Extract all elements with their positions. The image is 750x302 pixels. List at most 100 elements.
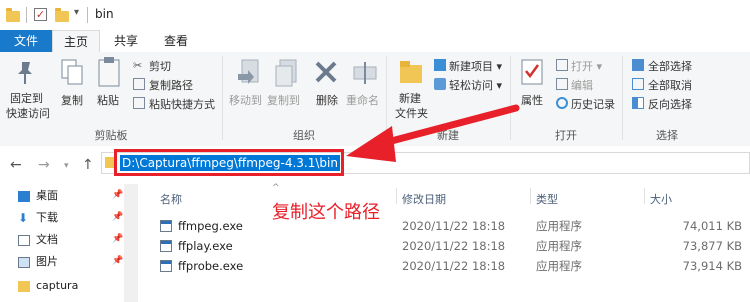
file-size: 73,877 KB (682, 239, 742, 253)
application-icon (160, 240, 172, 252)
easy-access-button[interactable]: 轻松访问 ▾ (449, 77, 502, 93)
copy-path-button[interactable]: 复制路径 (149, 77, 193, 93)
pin-icon[interactable]: 📌 (112, 212, 123, 222)
download-icon: ⬇ (18, 210, 29, 225)
group-label-select: 选择 (656, 129, 678, 142)
document-icon (18, 234, 30, 246)
new-item-icon[interactable] (434, 59, 446, 71)
rename-icon[interactable] (352, 60, 378, 86)
title-bar: ✓ ▾ bin (0, 0, 750, 30)
nav-item-desktop[interactable]: 桌面 (18, 186, 58, 206)
copy-to-button[interactable]: 复制到 (267, 92, 300, 108)
edit-icon[interactable] (556, 78, 568, 90)
paste-icon[interactable] (96, 56, 122, 88)
copy-path-icon[interactable] (133, 78, 145, 90)
file-type: 应用程序 (536, 259, 582, 273)
tab-home[interactable]: 主页 (52, 30, 100, 53)
easy-access-icon[interactable] (434, 78, 446, 90)
tab-share[interactable]: 共享 (108, 30, 144, 52)
paste-button[interactable]: 粘贴 (97, 92, 119, 108)
annotation-arrow (346, 104, 520, 162)
move-to-icon[interactable] (236, 58, 262, 88)
paste-shortcut-button[interactable]: 粘贴快捷方式 (149, 96, 215, 112)
file-name: ffplay.exe (178, 239, 233, 253)
pin-label-1[interactable]: 固定到 (10, 90, 43, 106)
nav-item-downloads[interactable]: ⬇ 下载 (18, 208, 58, 228)
file-row[interactable]: ffmpeg.exe 2020/11/22 18:18 应用程序 74,011 … (150, 216, 750, 236)
column-divider[interactable] (530, 188, 531, 204)
delete-button[interactable]: 删除 (316, 92, 338, 108)
back-icon[interactable]: ← (10, 157, 22, 173)
sort-chevron-icon: ^ (272, 183, 280, 193)
tab-file[interactable]: 文件 (0, 30, 52, 52)
file-size: 73,914 KB (682, 259, 742, 273)
column-header-modified[interactable]: 修改日期 (402, 191, 446, 207)
move-to-button[interactable]: 移动到 (229, 92, 262, 108)
history-icon[interactable] (556, 97, 568, 109)
group-label-open: 打开 (555, 129, 577, 142)
forward-icon[interactable]: → (38, 157, 50, 173)
file-size: 74,011 KB (682, 219, 742, 233)
recent-locations-icon[interactable]: ▾ (64, 161, 69, 171)
pin-icon[interactable]: 📌 (112, 256, 123, 266)
invert-selection-button[interactable]: 反向选择 (648, 96, 692, 112)
desktop-icon (18, 190, 30, 202)
invert-selection-icon[interactable] (632, 97, 644, 109)
application-icon (160, 220, 172, 232)
file-modified: 2020/11/22 18:18 (402, 219, 506, 233)
select-all-button[interactable]: 全部选择 (648, 58, 692, 74)
nav-label: captura (36, 279, 79, 292)
column-divider[interactable] (396, 188, 397, 204)
file-type: 应用程序 (536, 239, 582, 253)
paste-shortcut-icon[interactable] (133, 97, 145, 109)
properties-icon[interactable] (520, 58, 544, 86)
nav-label: 图片 (36, 255, 58, 268)
nav-label: 下载 (36, 211, 58, 224)
file-modified: 2020/11/22 18:18 (402, 259, 506, 273)
nav-item-captura[interactable]: captura (18, 276, 78, 296)
tab-view[interactable]: 查看 (158, 30, 194, 52)
nav-item-documents[interactable]: 文档 (18, 230, 58, 250)
copy-button[interactable]: 复制 (61, 92, 83, 108)
window-title: bin (95, 7, 114, 21)
column-divider[interactable] (644, 188, 645, 204)
up-icon[interactable]: ↑ (82, 157, 94, 173)
pin-label-2[interactable]: 快速访问 (6, 105, 50, 121)
divider (87, 7, 88, 23)
copy-to-icon[interactable] (274, 58, 300, 88)
nav-item-pictures[interactable]: 图片 (18, 252, 58, 272)
new-item-button[interactable]: 新建项目 ▾ (449, 58, 502, 74)
customize-quick-access-icon[interactable]: ▾ (74, 7, 79, 18)
file-row[interactable]: ffprobe.exe 2020/11/22 18:18 应用程序 73,914… (150, 256, 750, 276)
history-button[interactable]: 历史记录 (571, 96, 615, 112)
pin-icon[interactable]: 📌 (112, 190, 123, 200)
column-header-type[interactable]: 类型 (536, 191, 558, 207)
properties-quick-icon[interactable]: ✓ (34, 8, 47, 21)
file-type: 应用程序 (536, 219, 582, 233)
open-button[interactable]: 打开 ▾ (571, 58, 602, 74)
pin-icon[interactable]: 📌 (112, 234, 123, 244)
select-none-button[interactable]: 全部取消 (648, 77, 692, 93)
scissors-icon[interactable]: ✂ (133, 59, 145, 72)
file-name: ffprobe.exe (178, 259, 244, 273)
edit-button[interactable]: 编辑 (571, 77, 593, 93)
column-header-size[interactable]: 大小 (650, 191, 672, 207)
open-icon[interactable] (556, 59, 568, 71)
folder-icon (18, 280, 30, 292)
annotation-text: 复制这个路径 (272, 202, 380, 223)
new-folder-quick-icon[interactable] (55, 8, 69, 22)
group-label-clipboard: 剪贴板 (94, 129, 128, 142)
nav-scrollbar[interactable] (124, 184, 138, 302)
pin-icon[interactable] (14, 60, 36, 86)
file-row[interactable]: ffplay.exe 2020/11/22 18:18 应用程序 73,877 … (150, 236, 750, 256)
select-none-icon[interactable] (632, 78, 644, 90)
column-header-name[interactable]: 名称 (160, 191, 182, 207)
delete-icon[interactable] (314, 60, 338, 84)
select-all-icon[interactable] (632, 59, 644, 71)
cut-button[interactable]: 剪切 (149, 58, 171, 74)
new-folder-icon[interactable] (398, 58, 424, 86)
copy-icon[interactable] (60, 58, 84, 88)
properties-button[interactable]: 属性 (521, 92, 543, 108)
ribbon-tabs: 文件 主页 共享 查看 (0, 30, 750, 53)
picture-icon (18, 256, 30, 268)
